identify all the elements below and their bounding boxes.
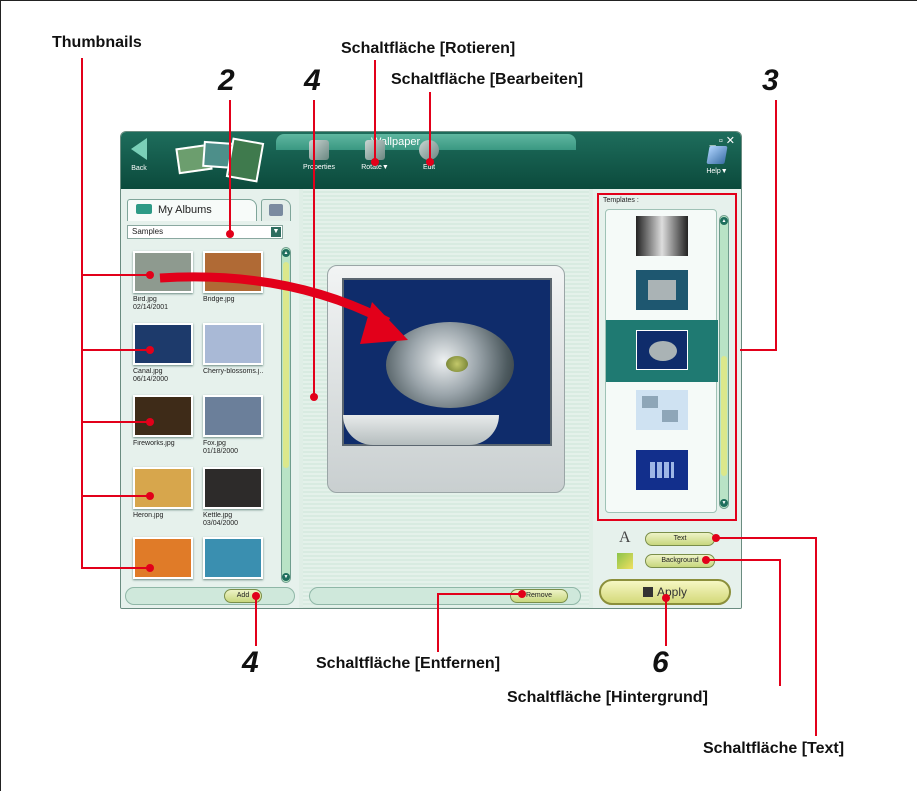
dot-thumb-1	[146, 271, 154, 279]
dot-background	[702, 556, 710, 564]
dot-thumb-2	[146, 346, 154, 354]
drag-arrow	[159, 272, 391, 326]
dot-rotate	[371, 158, 379, 166]
dot-splitter	[310, 393, 318, 401]
leader-text	[718, 537, 817, 736]
leader-3	[740, 100, 777, 351]
dot-thumb-5	[146, 564, 154, 572]
dot-thumb-4	[146, 492, 154, 500]
dot-text	[712, 534, 720, 542]
leader-remove	[437, 593, 520, 652]
dot-apply	[662, 594, 670, 602]
dot-select	[226, 230, 234, 238]
dot-thumb-3	[146, 418, 154, 426]
leader-background	[708, 559, 781, 686]
dot-add	[252, 592, 260, 600]
dot-remove	[518, 590, 526, 598]
annotation-lines	[81, 58, 817, 736]
dot-edit	[426, 158, 434, 166]
thumbnails-leader-1	[81, 58, 150, 569]
